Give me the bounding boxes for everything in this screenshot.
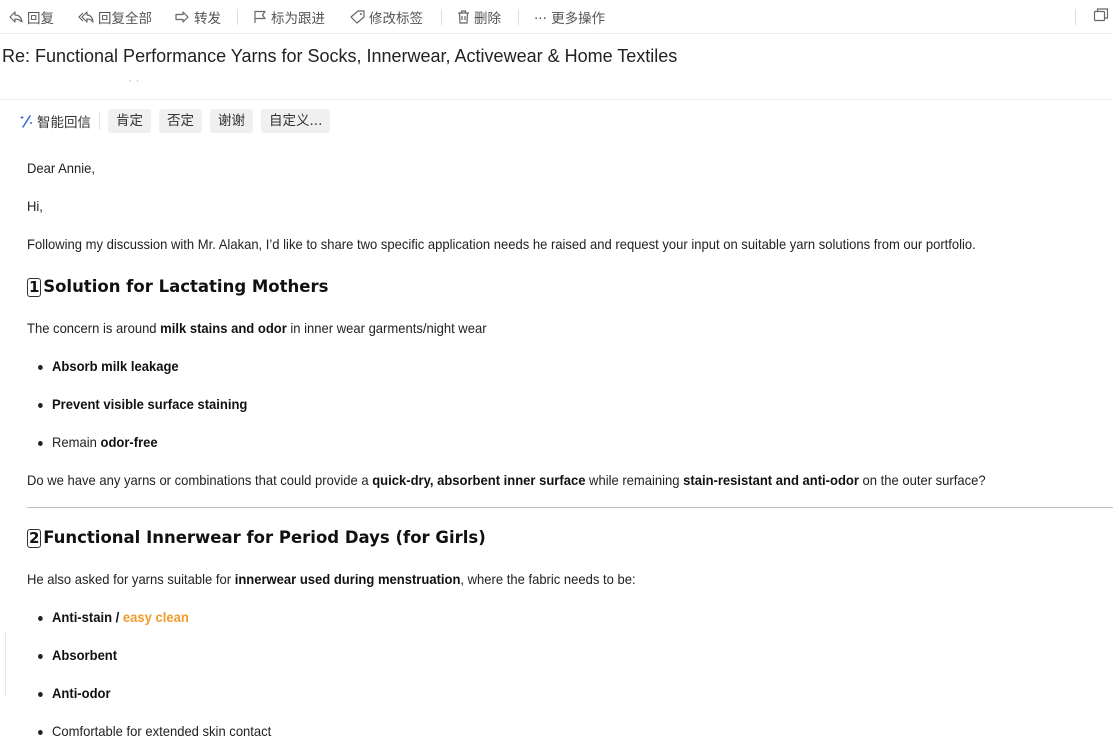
smart-reply-text: 智能回信	[37, 115, 91, 131]
smart-reply-option-affirm[interactable]: 肯定	[108, 109, 151, 133]
toolbar-divider	[237, 9, 238, 25]
bullet-highlight: easy clean	[122, 609, 189, 625]
smart-reply-label[interactable]: 智能回信	[18, 112, 100, 131]
list-item: Absorbent	[38, 647, 118, 663]
email-salutation: Dear Annie,	[27, 160, 96, 176]
section-2-number: 2	[27, 529, 42, 548]
reply-all-button[interactable]: 回复全部	[78, 6, 152, 28]
ask-text-end: , where the fabric needs to be:	[460, 571, 636, 587]
question-bold: quick-dry, absorbent inner surface	[372, 472, 586, 488]
bullet-text: Absorb milk leakage	[52, 358, 179, 374]
forward-label: 转发	[194, 11, 221, 27]
header-fragment: · ·	[128, 76, 140, 88]
section-2-title: Functional Innerwear for Period Days (fo…	[43, 528, 486, 547]
tag-button[interactable]: 修改标签	[350, 6, 423, 28]
section-divider	[27, 507, 1113, 508]
bullet-bold: Anti-stain /	[52, 609, 123, 625]
more-actions-button[interactable]: ··· 更多操作	[534, 6, 605, 28]
section-1-question: Do we have any yarns or combinations tha…	[27, 472, 986, 488]
bullet-bold: odor-free	[100, 434, 158, 450]
flag-icon	[254, 10, 266, 23]
bullet-text: Comfortable for extended skin contact	[52, 723, 272, 739]
forward-button[interactable]: 转发	[174, 6, 221, 28]
tag-label: 修改标签	[369, 11, 423, 27]
bullet-text: Remain	[52, 434, 101, 450]
delete-label: 删除	[474, 11, 501, 27]
list-item: Prevent visible surface staining	[38, 396, 248, 412]
reply-all-icon	[78, 11, 94, 23]
ask-text: He also asked for yarns suitable for	[27, 571, 235, 587]
section-1-concern: The concern is around milk stains and od…	[27, 320, 487, 336]
forward-icon	[175, 11, 189, 23]
mail-toolbar: 回复 回复全部 转发 标为跟进 修改标签 删除 ··· 更多操作	[0, 0, 1113, 34]
list-item: Anti-stain / easy clean	[38, 609, 189, 625]
question-bold: stain-resistant and anti-odor	[683, 472, 859, 488]
trash-icon	[458, 10, 469, 24]
smart-reply-option-custom[interactable]: 自定义...	[261, 109, 331, 133]
side-panel-edge	[0, 632, 6, 696]
more-actions-label: ··· 更多操作	[534, 11, 606, 27]
question-text: while remaining	[585, 472, 684, 488]
collapsed-header: · ·	[0, 76, 1113, 100]
toolbar-divider	[1075, 9, 1076, 25]
reply-label: 回复	[27, 11, 54, 27]
concern-text-end: in inner wear garments/night wear	[286, 320, 487, 336]
section-1-heading: 1 Solution for Lactating Mothers	[27, 277, 328, 297]
email-greeting: Hi,	[27, 198, 43, 214]
section-2-ask: He also asked for yarns suitable for inn…	[27, 571, 636, 587]
open-new-window-button[interactable]	[1093, 7, 1109, 27]
bullet-text: Prevent visible surface staining	[52, 396, 248, 412]
magic-wand-icon	[20, 115, 32, 128]
smart-reply-option-thanks[interactable]: 谢谢	[210, 109, 253, 133]
question-text: Do we have any yarns or combinations tha…	[27, 472, 373, 488]
bullet-text: Anti-odor	[52, 685, 111, 701]
section-2-heading: 2 Functional Innerwear for Period Days (…	[27, 528, 486, 548]
concern-text: The concern is around	[27, 320, 161, 336]
reply-button[interactable]: 回复	[9, 6, 54, 28]
new-window-icon	[1093, 8, 1109, 22]
ask-bold: innerwear used during menstruation	[234, 571, 461, 587]
section-1-title: Solution for Lactating Mothers	[43, 277, 329, 296]
concern-bold: milk stains and odor	[160, 320, 287, 336]
flag-button[interactable]: 标为跟进	[253, 6, 325, 28]
list-item: Anti-odor	[38, 685, 111, 701]
list-item: Remain odor-free	[38, 434, 158, 450]
tag-icon	[350, 10, 365, 24]
list-item: Absorb milk leakage	[38, 358, 179, 374]
flag-label: 标为跟进	[271, 11, 325, 27]
section-1-number: 1	[27, 278, 42, 297]
list-item: Comfortable for extended skin contact	[38, 723, 272, 739]
toolbar-divider	[518, 9, 519, 25]
smart-reply-option-deny[interactable]: 否定	[159, 109, 202, 133]
bullet-text: Absorbent	[52, 647, 118, 663]
question-text: on the outer surface?	[858, 472, 986, 488]
toolbar-divider	[441, 9, 442, 25]
delete-button[interactable]: 删除	[457, 6, 501, 28]
email-intro: Following my discussion with Mr. Alakan,…	[27, 236, 976, 252]
smart-reply-bar: 智能回信 肯定 否定 谢谢 自定义...	[18, 109, 331, 133]
reply-all-label: 回复全部	[98, 11, 152, 27]
email-subject: Re: Functional Performance Yarns for Soc…	[2, 46, 678, 66]
reply-icon	[9, 11, 23, 23]
